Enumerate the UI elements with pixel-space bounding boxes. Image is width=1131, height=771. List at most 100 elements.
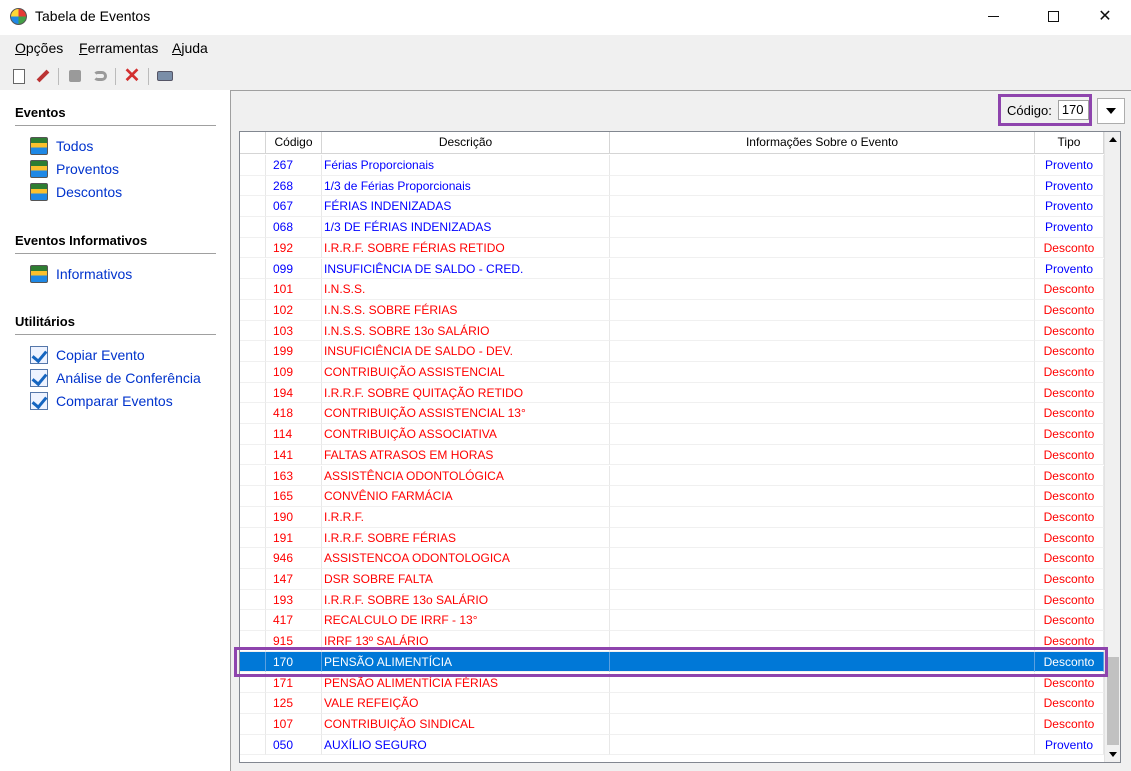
chevron-down-icon [1106,108,1116,114]
menu-ferramentas[interactable]: Ferramentas [79,40,158,56]
cell-informacoes [610,196,1035,218]
column-header-informacoes[interactable]: Informações Sobre o Evento [610,132,1035,154]
table-row[interactable]: 102 I.N.S.S. SOBRE FÉRIAS Desconto [240,299,1104,321]
delete-button[interactable]: ✕ [122,66,142,86]
cell-descricao: IRRF 13º SALÁRIO [322,631,610,652]
table-row[interactable]: 193 I.R.R.F. SOBRE 13o SALÁRIO Desconto [240,589,1104,611]
close-button[interactable]: ✕ [1082,0,1128,32]
divider [15,253,216,254]
table-row[interactable]: 199 INSUFICIÊNCIA DE SALDO - DEV. Desconto [240,341,1104,362]
cell-tipo: Desconto [1035,713,1104,735]
menu-ajuda[interactable]: Ajuda [172,40,208,56]
sidebar-item-copiar-evento[interactable]: Copiar Evento [30,346,145,364]
sidebar-item-comparar-eventos[interactable]: Comparar Eventos [30,392,173,410]
cell-descricao: FALTAS ATRASOS EM HORAS [322,444,610,466]
minimize-button[interactable] [970,0,1016,32]
table-row[interactable]: 114 CONTRIBUIÇÃO ASSOCIATIVA Desconto [240,424,1104,445]
sidebar-item-descontos[interactable]: Descontos [30,183,122,201]
cell-tipo: Desconto [1035,693,1104,714]
table-row[interactable]: 125 VALE REFEIÇÃO Desconto [240,693,1104,714]
cell-descricao: INSUFICIÊNCIA DE SALDO - DEV. [322,341,610,362]
table-row[interactable]: 101 I.N.S.S. Desconto [240,279,1104,300]
section-title-informativos: Eventos Informativos [15,233,148,248]
row-indicator [240,693,266,714]
vertical-scrollbar[interactable] [1104,132,1120,762]
cell-informacoes [610,672,1035,694]
table-row[interactable]: 915 IRRF 13º SALÁRIO Desconto [240,631,1104,652]
table-row[interactable]: 165 CONVÊNIO FARMÁCIA Desconto [240,486,1104,507]
cell-descricao: I.R.R.F. SOBRE FÉRIAS [322,527,610,549]
cell-descricao: RECALCULO DE IRRF - 13° [322,610,610,632]
cell-codigo: 141 [266,444,322,466]
table-row[interactable]: 067 FÉRIAS INDENIZADAS Provento [240,196,1104,218]
table-row[interactable]: 068 1/3 DE FÉRIAS INDENIZADAS Provento [240,217,1104,238]
cell-informacoes [610,527,1035,549]
maximize-button[interactable] [1030,0,1076,32]
row-indicator [240,279,266,300]
sidebar-item-analise-conferencia[interactable]: Análise de Conferência [30,369,201,387]
table-row[interactable]: 099 INSUFICIÊNCIA DE SALDO - CRED. Provent… [240,258,1104,280]
section-title-utilitarios: Utilitários [15,314,75,329]
cell-codigo: 099 [266,258,322,280]
cell-codigo: 199 [266,341,322,362]
scroll-down-icon[interactable] [1109,752,1117,757]
close-icon: ✕ [1098,8,1112,25]
table-row[interactable]: 103 I.N.S.S. SOBRE 13o SALÁRIO Desconto [240,320,1104,342]
sidebar-item-informativos[interactable]: Informativos [30,265,132,283]
table-row[interactable]: 050 AUXÍLIO SEGURO Provento [240,734,1104,756]
table-row[interactable]: 192 I.R.R.F. SOBRE FÉRIAS RETIDO Desconto [240,237,1104,259]
row-indicator [240,527,266,549]
row-indicator [240,217,266,238]
undo-button[interactable] [90,66,110,86]
cell-informacoes [610,444,1035,466]
toolbar-separator [115,68,116,85]
list-icon [30,137,48,155]
table-row[interactable]: 163 ASSISTÊNCIA ODONTOLÓGICA Desconto [240,465,1104,487]
table-row[interactable]: 267 Férias Proporcionais Provento [240,155,1104,176]
edit-button[interactable] [33,66,53,86]
table-row[interactable]: 107 CONTRIBUIÇÃO SINDICAL Desconto [240,713,1104,735]
table-row[interactable]: 109 CONTRIBUIÇÃO ASSISTENCIAL Desconto [240,362,1104,383]
table-row[interactable]: 190 I.R.R.F. Desconto [240,506,1104,528]
table-row[interactable]: 147 DSR SOBRE FALTA Desconto [240,569,1104,590]
cell-informacoes [610,569,1035,590]
cell-descricao: I.N.S.S. SOBRE FÉRIAS [322,299,610,321]
scrollbar-thumb[interactable] [1107,657,1119,745]
cell-tipo: Desconto [1035,299,1104,321]
print-button[interactable] [155,66,175,86]
cell-codigo: 418 [266,403,322,425]
cell-tipo: Desconto [1035,569,1104,590]
row-indicator [240,258,266,280]
sidebar-item-todos[interactable]: Todos [30,137,93,155]
cell-tipo: Desconto [1035,237,1104,259]
new-button[interactable] [9,66,29,86]
table-row[interactable]: 191 I.R.R.F. SOBRE FÉRIAS Desconto [240,527,1104,549]
row-indicator [240,444,266,466]
codigo-input[interactable]: 170 [1057,100,1089,120]
table-row[interactable]: 268 1/3 de Férias Proporcionais Provento [240,175,1104,197]
scroll-up-icon[interactable] [1109,137,1117,142]
print-icon [157,71,173,81]
table-row[interactable]: 141 FALTAS ATRASOS EM HORAS Desconto [240,444,1104,466]
table-row[interactable]: 417 RECALCULO DE IRRF - 13° Desconto [240,610,1104,632]
table-row[interactable]: 418 CONTRIBUIÇÃO ASSISTENCIAL 13° Desconto [240,403,1104,425]
column-header-codigo[interactable]: Código [266,132,322,154]
table-row[interactable]: 170 PENSÃO ALIMENTÍCIA Desconto [240,651,1104,673]
cell-informacoes [610,258,1035,280]
table-row[interactable]: 194 I.R.R.F. SOBRE QUITAÇÃO RETIDO Descont… [240,382,1104,404]
cell-codigo: 170 [266,651,322,673]
sidebar-item-proventos[interactable]: Proventos [30,160,119,178]
codigo-dropdown-button[interactable] [1097,98,1125,124]
column-header-descricao[interactable]: Descrição [322,132,610,154]
checkmark-icon [30,369,48,387]
stop-button[interactable] [65,66,85,86]
table-row[interactable]: 946 ASSISTENCOA ODONTOLOGICA Desconto [240,548,1104,569]
cell-codigo: 147 [266,569,322,590]
cell-codigo: 107 [266,713,322,735]
edit-icon [36,69,50,83]
cell-informacoes [610,631,1035,652]
cell-descricao: CONTRIBUIÇÃO ASSISTENCIAL 13° [322,403,610,425]
table-row[interactable]: 171 PENSÃO ALIMENTÍCIA FÉRIAS Desconto [240,672,1104,694]
column-header-tipo[interactable]: Tipo [1035,132,1104,154]
menu-opcoes[interactable]: Opções [15,40,63,56]
